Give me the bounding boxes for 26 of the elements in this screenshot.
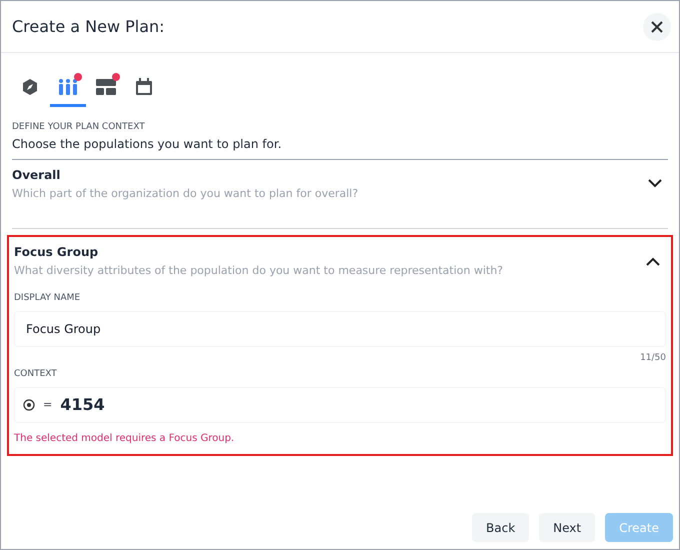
section-label: DEFINE YOUR PLAN CONTEXT [12,121,146,134]
section-subtitle: Choose the populations you want to plan for. [12,134,668,160]
expand-chevron-icon[interactable] [648,179,662,188]
layout-icon [96,78,116,94]
people-icon [57,78,79,96]
footer-button[interactable]: Next [539,513,596,542]
collapse-chevron-icon[interactable] [646,256,660,266]
error-message: The selected model requires a Focus Group. [14,432,236,446]
panel-title: Overall [12,166,62,184]
close-icon [650,20,664,34]
input-field[interactable]: Focus Group [14,311,666,347]
character-counter: 11/50 [640,352,666,365]
compass-icon [21,78,39,96]
operator-text: = [43,396,52,413]
footer-button[interactable]: Back [472,513,530,542]
close-button[interactable] [643,12,671,40]
field-label: CONTEXT [14,368,58,380]
target-icon [23,399,35,411]
panel-description: Which part of the organization do you want to plan for overall? [12,186,358,202]
context-field[interactable]: = 4154 [14,387,666,423]
context-value: 4154 [60,394,105,416]
panel-title: Focus Group [14,244,100,261]
field-label: DISPLAY NAME [14,292,82,304]
calendar-icon [135,78,153,96]
panel-description: What diversity attributes of the population do you want to measure representation with? [14,263,504,279]
dialog-title: Create a New Plan: [12,16,165,38]
